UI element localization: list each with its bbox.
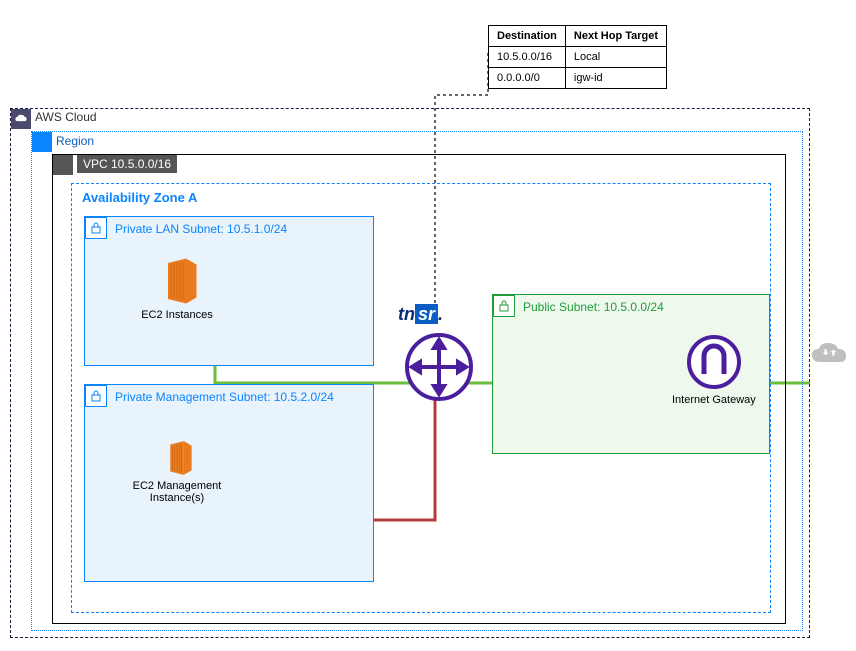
aws-cloud-container: AWS Cloud Region VPC 10.5.0.0/16 Availab… xyxy=(10,108,810,638)
route-table-row: 10.5.0.0/16 Local xyxy=(489,47,667,68)
region-container: Region VPC 10.5.0.0/16 Availability Zone… xyxy=(31,131,803,631)
tnsr-router-icon xyxy=(404,332,474,402)
ec2-caption: EC2 Instances xyxy=(107,309,247,321)
private-lan-subnet: Private LAN Subnet: 10.5.1.0/24 xyxy=(84,216,374,366)
lock-icon xyxy=(493,295,515,317)
availability-zone-label: Availability Zone A xyxy=(82,190,197,205)
internet-gateway-caption: Internet Gateway xyxy=(672,394,756,406)
route-table-header-next: Next Hop Target xyxy=(565,26,666,47)
subnet-label: Public Subnet: 10.5.0.0/24 xyxy=(517,298,664,316)
aws-cloud-label: AWS Cloud xyxy=(35,108,97,126)
tnsr-logo: tnsr. xyxy=(398,304,443,325)
internet-cloud-icon xyxy=(810,340,850,375)
vpc-container: VPC 10.5.0.0/16 Availability Zone A Priv… xyxy=(52,154,786,624)
vpc-label: VPC 10.5.0.0/16 xyxy=(77,155,177,173)
ec2-icon xyxy=(145,440,209,476)
ec2-caption: EC2 Management Instance(s) xyxy=(107,480,247,504)
route-table-header-dest: Destination xyxy=(489,26,566,47)
ec2-mgmt-instances: EC2 Management Instance(s) xyxy=(145,440,209,504)
subnet-label: Private LAN Subnet: 10.5.1.0/24 xyxy=(109,220,287,238)
availability-zone-container: Availability Zone A Private LAN Subnet: … xyxy=(71,183,771,613)
lock-icon xyxy=(85,217,107,239)
ec2-icon xyxy=(145,257,209,305)
internet-gateway-icon xyxy=(686,334,742,390)
route-table-row: 0.0.0.0/0 igw-id xyxy=(489,68,667,89)
ec2-instances: EC2 Instances xyxy=(145,257,209,321)
private-mgmt-subnet: Private Management Subnet: 10.5.2.0/24 xyxy=(84,384,374,582)
route-table: Destination Next Hop Target 10.5.0.0/16 … xyxy=(488,25,667,89)
internet-gateway: Internet Gateway xyxy=(672,334,756,406)
vpc-icon xyxy=(53,155,73,175)
subnet-label: Private Management Subnet: 10.5.2.0/24 xyxy=(109,388,334,406)
region-label: Region xyxy=(56,132,94,150)
lock-icon xyxy=(85,385,107,407)
aws-cloud-icon xyxy=(11,109,31,129)
region-icon xyxy=(32,132,52,152)
